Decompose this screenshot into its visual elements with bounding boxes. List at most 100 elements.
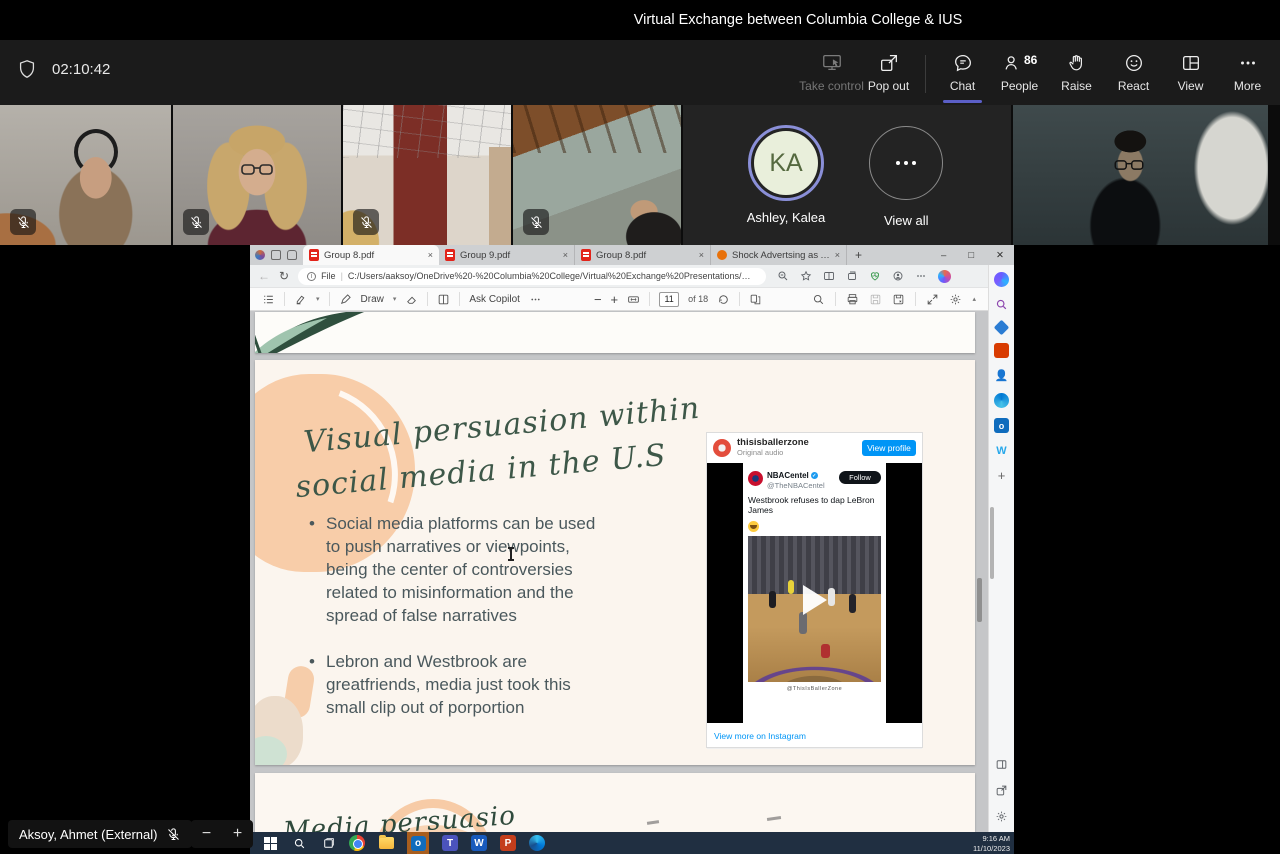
- back-icon[interactable]: ←: [258, 269, 270, 283]
- word-taskbar-icon[interactable]: W: [471, 835, 487, 851]
- chrome-taskbar-icon[interactable]: [349, 835, 365, 851]
- tab-close-icon[interactable]: ×: [699, 250, 704, 260]
- zoom-in-button[interactable]: +: [611, 292, 619, 307]
- copilot-icon[interactable]: [938, 270, 951, 283]
- tab-close-icon[interactable]: ×: [835, 250, 840, 260]
- zoom-in-button[interactable]: +: [233, 825, 242, 843]
- view-all-button[interactable]: View all: [865, 122, 947, 228]
- erase-icon[interactable]: [405, 293, 418, 306]
- react-button[interactable]: React: [1105, 45, 1162, 100]
- play-icon[interactable]: [803, 585, 827, 615]
- sidebar-search-icon[interactable]: [994, 297, 1009, 312]
- sidebar-settings-icon[interactable]: [994, 809, 1009, 824]
- browser-essentials-icon[interactable]: [869, 270, 881, 282]
- taskbar-clock[interactable]: 9:16 AM 11/10/2023: [973, 834, 1010, 854]
- save-as-icon[interactable]: [892, 293, 905, 306]
- more-tools-icon[interactable]: [529, 293, 542, 306]
- table-of-contents-icon[interactable]: [262, 293, 275, 306]
- page-number-input[interactable]: 11: [659, 292, 679, 307]
- loop-sidebar-icon[interactable]: [994, 393, 1009, 408]
- participant-avatar-item[interactable]: KA Ashley, Kalea: [747, 125, 826, 225]
- collapse-toolbar-icon[interactable]: ▴: [972, 295, 976, 303]
- task-view-icon[interactable]: [320, 835, 336, 851]
- chevron-down-icon[interactable]: ▾: [393, 295, 397, 303]
- workspaces-icon[interactable]: [287, 250, 297, 260]
- follow-button[interactable]: Follow: [839, 471, 881, 484]
- favorites-icon[interactable]: [800, 270, 812, 282]
- designer-sidebar-icon[interactable]: [994, 320, 1010, 336]
- file-explorer-taskbar-icon[interactable]: [379, 837, 394, 849]
- draw-label[interactable]: Draw: [361, 294, 384, 305]
- save-icon[interactable]: [869, 293, 882, 306]
- powerpoint-taskbar-icon[interactable]: P: [500, 835, 516, 851]
- pdf-settings-icon[interactable]: [949, 293, 962, 306]
- thumbnail-view-icon[interactable]: [749, 293, 762, 306]
- view-more-link[interactable]: View more on Instagram: [714, 731, 806, 741]
- edge-taskbar-icon[interactable]: [529, 835, 545, 851]
- print-icon[interactable]: [846, 293, 859, 306]
- participant-video[interactable]: [343, 105, 511, 245]
- collections-icon[interactable]: [846, 270, 858, 282]
- sidebar-scrollbar-thumb[interactable]: [990, 507, 994, 579]
- tab-actions-icon[interactable]: [271, 250, 281, 260]
- people-button[interactable]: 86 People: [991, 45, 1048, 100]
- teams-taskbar-icon[interactable]: T: [442, 835, 458, 851]
- settings-more-icon[interactable]: [915, 270, 927, 282]
- fit-to-width-icon[interactable]: [627, 293, 640, 306]
- browser-tab[interactable]: Group 8.pdf ×: [303, 245, 439, 265]
- window-minimize-button[interactable]: –: [941, 250, 946, 261]
- start-button[interactable]: [262, 835, 278, 851]
- video-thumbnail[interactable]: [748, 536, 881, 682]
- rotate-icon[interactable]: [717, 293, 730, 306]
- outlook-taskbar-icon[interactable]: o: [407, 832, 429, 854]
- view-profile-button[interactable]: View profile: [862, 440, 916, 456]
- zoom-out-button[interactable]: −: [594, 292, 602, 307]
- participant-video[interactable]: [513, 105, 681, 245]
- add-sidebar-item-icon[interactable]: +: [994, 468, 1009, 483]
- page-view-icon[interactable]: [437, 293, 450, 306]
- pop-out-button[interactable]: Pop out: [860, 45, 917, 100]
- fullscreen-icon[interactable]: [926, 293, 939, 306]
- browser-profile-avatar[interactable]: [255, 250, 265, 260]
- participant-video[interactable]: [1013, 105, 1268, 245]
- pdf-content-area[interactable]: Visual persuasion within social media in…: [250, 311, 988, 832]
- search-icon[interactable]: [812, 293, 825, 306]
- more-button[interactable]: More: [1219, 45, 1276, 100]
- new-tab-button[interactable]: +: [855, 248, 862, 262]
- ask-copilot-button[interactable]: Ask Copilot: [469, 294, 520, 305]
- sidebar-panel-icon[interactable]: [994, 757, 1009, 772]
- microsoft365-sidebar-icon[interactable]: [994, 343, 1009, 358]
- people-sidebar-icon[interactable]: 👤: [994, 368, 1009, 383]
- avatar-ring: KA: [748, 125, 824, 201]
- chat-button[interactable]: Chat: [934, 45, 991, 100]
- word-sidebar-icon[interactable]: W: [994, 443, 1009, 458]
- draw-icon[interactable]: [339, 293, 352, 306]
- info-icon[interactable]: i: [307, 272, 316, 281]
- open-external-icon[interactable]: [994, 783, 1009, 798]
- view-button[interactable]: View: [1162, 45, 1219, 100]
- zoom-out-button[interactable]: −: [202, 825, 211, 843]
- refresh-icon[interactable]: ↻: [279, 269, 289, 283]
- url-field[interactable]: i File | C:/Users/aaksoy/OneDrive%20-%20…: [298, 268, 766, 285]
- window-close-button[interactable]: ✕: [996, 250, 1004, 261]
- outlook-sidebar-icon[interactable]: o: [994, 418, 1009, 433]
- copilot-sidebar-icon[interactable]: [994, 272, 1009, 287]
- tab-close-icon[interactable]: ×: [428, 250, 433, 260]
- browser-tab[interactable]: Shock Advertsing as A means to ×: [711, 245, 847, 265]
- chevron-down-icon[interactable]: ▾: [316, 295, 320, 303]
- zoom-out-icon[interactable]: [777, 270, 789, 282]
- split-screen-icon[interactable]: [823, 270, 835, 282]
- browser-tab[interactable]: Group 8.pdf ×: [575, 245, 711, 265]
- tweet-author-handle: @TheNBACentel: [767, 481, 835, 490]
- participant-video[interactable]: [0, 105, 171, 245]
- participant-video[interactable]: [173, 105, 341, 245]
- taskbar-search-icon[interactable]: [291, 835, 307, 851]
- tab-close-icon[interactable]: ×: [563, 250, 568, 260]
- extensions-icon[interactable]: [892, 270, 904, 282]
- highlight-icon[interactable]: [294, 293, 307, 306]
- browser-tab[interactable]: Group 9.pdf ×: [439, 245, 575, 265]
- window-maximize-button[interactable]: □: [968, 250, 974, 261]
- raise-hand-button[interactable]: Raise: [1048, 45, 1105, 100]
- take-control-button[interactable]: Take control: [803, 45, 860, 100]
- pdf-scrollbar-thumb[interactable]: [977, 578, 982, 622]
